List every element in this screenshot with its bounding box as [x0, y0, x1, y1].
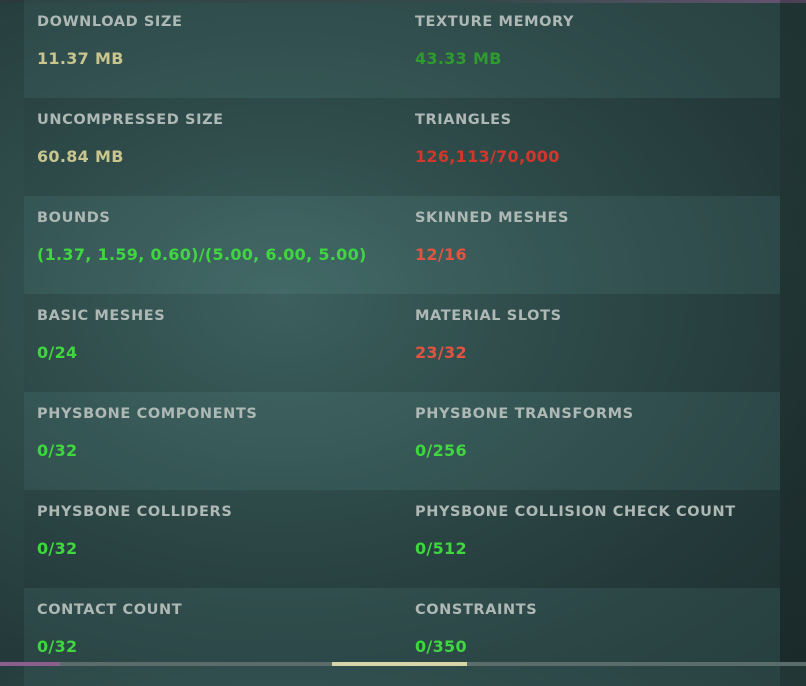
stat-label: SKINNED MESHES	[415, 210, 569, 226]
stat-value: 12/16	[415, 245, 467, 264]
stat-value: 0/32	[37, 441, 78, 460]
stat-label: TRIANGLES	[415, 112, 512, 128]
stat-label: MATERIAL SLOTS	[415, 308, 562, 324]
stat-label: PHYSBONE TRANSFORMS	[415, 406, 634, 422]
performance-stats-panel: DOWNLOAD SIZE 11.37 MB TEXTURE MEMORY 43…	[24, 0, 780, 686]
stat-value: 0/256	[415, 441, 467, 460]
stat-value: 23/32	[415, 343, 467, 362]
stat-value: 43.33 MB	[415, 49, 502, 68]
stat-label: PHYSBONE COMPONENTS	[37, 406, 258, 422]
stat-value: 0/32	[37, 539, 78, 558]
stat-label: CONTACT COUNT	[37, 602, 183, 618]
stats-row: UNCOMPRESSED SIZE 60.84 MB TRIANGLES 126…	[24, 98, 780, 196]
stat-value: 0/32	[37, 637, 78, 656]
stat-label: UNCOMPRESSED SIZE	[37, 112, 224, 128]
stat-label: CONSTRAINTS	[415, 602, 538, 618]
stat-value: (1.37, 1.59, 0.60)/(5.00, 6.00, 5.00)	[37, 245, 367, 264]
stat-label: TEXTURE MEMORY	[415, 14, 575, 30]
stats-row: DOWNLOAD SIZE 11.37 MB TEXTURE MEMORY 43…	[24, 0, 780, 98]
stats-row: CONTACT COUNT 0/32 CONSTRAINTS 0/350	[24, 588, 780, 686]
stats-row: PHYSBONE COMPONENTS 0/32 PHYSBONE TRANSF…	[24, 392, 780, 490]
stat-value: 0/24	[37, 343, 78, 362]
stat-value: 60.84 MB	[37, 147, 124, 166]
stat-label: DOWNLOAD SIZE	[37, 14, 183, 30]
stat-value: 0/350	[415, 637, 467, 656]
scroll-position-indicator[interactable]	[332, 662, 467, 666]
stat-label: PHYSBONE COLLIDERS	[37, 504, 233, 520]
stat-value: 0/512	[415, 539, 467, 558]
stats-row: BASIC MESHES 0/24 MATERIAL SLOTS 23/32	[24, 294, 780, 392]
stat-value: 126,113/70,000	[415, 147, 560, 166]
stats-row: PHYSBONE COLLIDERS 0/32 PHYSBONE COLLISI…	[24, 490, 780, 588]
stat-label: BASIC MESHES	[37, 308, 166, 324]
stats-row: BOUNDS (1.37, 1.59, 0.60)/(5.00, 6.00, 5…	[24, 196, 780, 294]
stat-label: BOUNDS	[37, 210, 111, 226]
stat-label: PHYSBONE COLLISION CHECK COUNT	[415, 504, 736, 520]
stat-value: 11.37 MB	[37, 49, 124, 68]
bottom-accent	[0, 662, 60, 666]
scroll-gutter[interactable]	[780, 0, 806, 666]
